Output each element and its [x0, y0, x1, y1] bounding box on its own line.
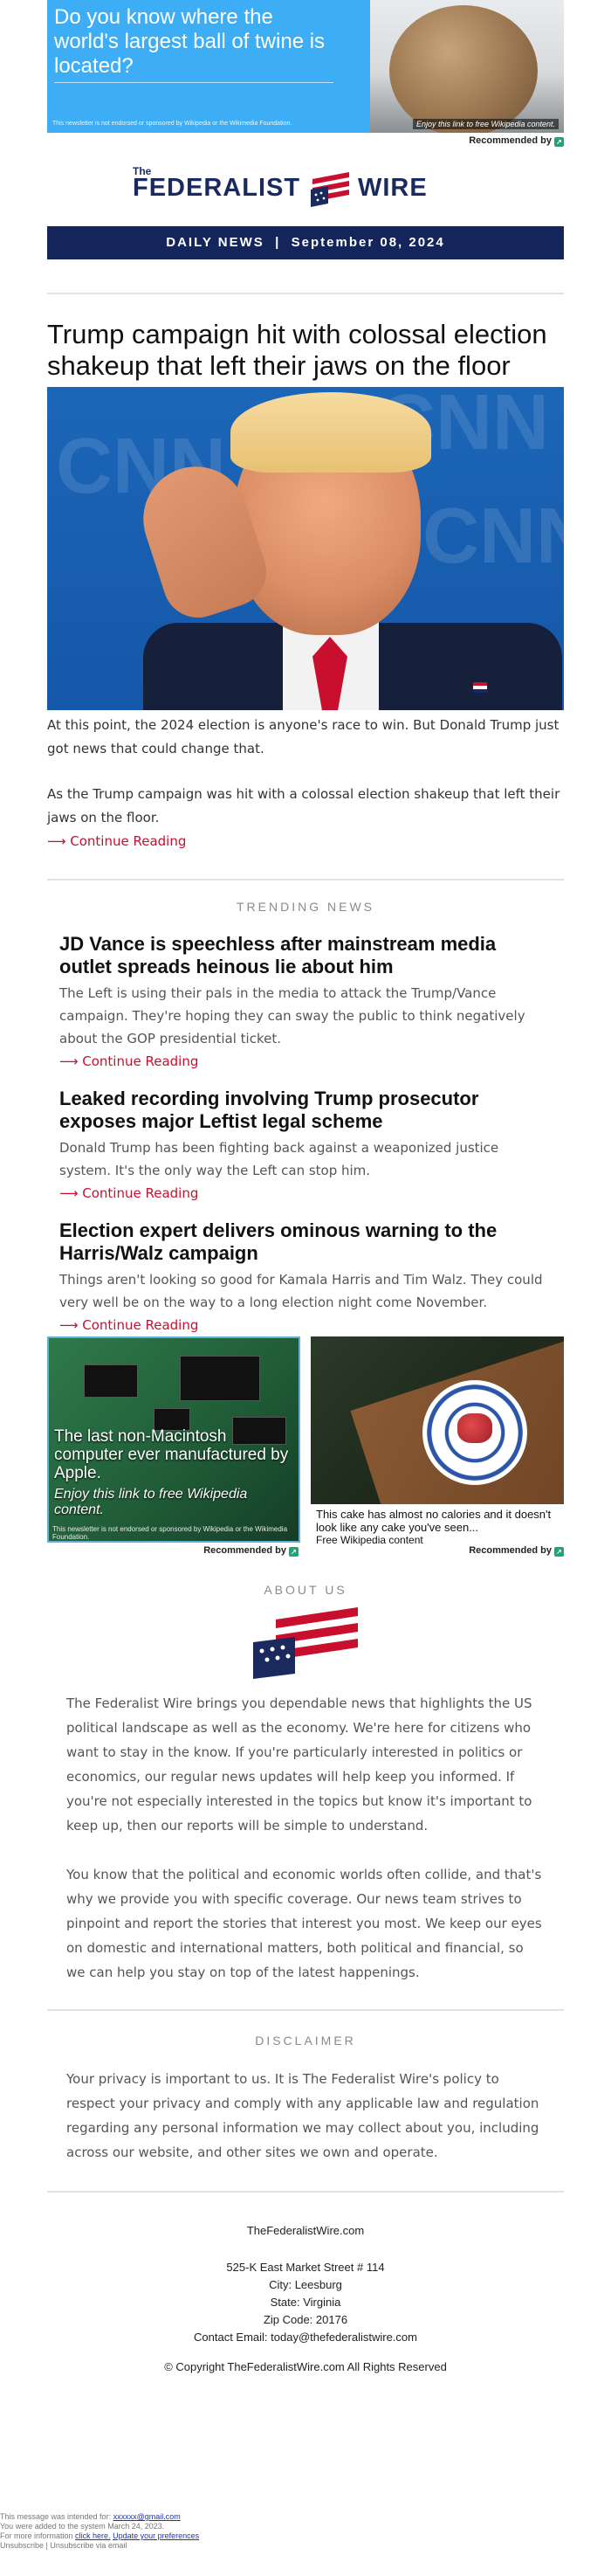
unsubscribe-line[interactable]: Unsubscribe | Unsubscribe via email — [0, 2541, 288, 2551]
footer-state: State: Virginia — [270, 2296, 341, 2309]
main-continue-reading-link[interactable]: ⟶ Continue Reading — [47, 830, 564, 853]
trending-title[interactable]: Election expert delivers ominous warning… — [59, 1219, 552, 1265]
native-ad-left[interactable]: The last non-Macintosh computer ever man… — [47, 1336, 300, 1557]
bg-logo-mark: CNN — [422, 493, 564, 580]
intended-prefix: This message was intended for: — [0, 2512, 112, 2521]
top-ad[interactable]: Do you know where the world's largest ba… — [47, 0, 564, 133]
disclaimer-heading: DISCLAIMER — [255, 2034, 356, 2048]
daily-news-label: DAILY NEWS — [166, 235, 264, 250]
ad-headline[interactable]: Do you know where the world's largest ba… — [54, 5, 342, 79]
ad-disclaimer: This newsletter is not endorsed or spons… — [52, 121, 292, 127]
flag-icon — [253, 1607, 358, 1679]
main-story-paragraph: As the Trump campaign was hit with a col… — [47, 786, 560, 825]
recommended-by-right[interactable]: Recommended by ↗ — [469, 1543, 564, 1559]
recommender-logo-icon: ↗ — [554, 1547, 564, 1557]
recommended-label: Recommended by — [203, 1545, 286, 1556]
twine-ball-image — [389, 5, 538, 133]
divider — [47, 293, 564, 294]
divider — [47, 2191, 564, 2193]
about-paragraph: You know that the political and economic… — [66, 1867, 542, 1980]
disclaimer-section: Your privacy is important to us. It is T… — [47, 2067, 564, 2165]
recommended-label: Recommended by — [469, 1545, 552, 1556]
divider — [47, 879, 564, 881]
native-ad-disclaimer: This newsletter is not endorsed or spons… — [52, 1525, 288, 1541]
main-story-image[interactable]: CNN CNN CNN — [47, 387, 564, 710]
trending-item: JD Vance is speechless after mainstream … — [59, 933, 552, 1073]
disclaimer-text: Your privacy is important to us. It is T… — [66, 2071, 539, 2160]
continue-reading-link[interactable]: ⟶ Continue Reading — [59, 1182, 552, 1205]
footer-copyright: © Copyright TheFederalistWire.com All Ri… — [164, 2360, 447, 2373]
native-ads: The last non-Macintosh computer ever man… — [47, 1336, 564, 1565]
recommender-logo-icon: ↗ — [289, 1547, 299, 1557]
trending-list: JD Vance is speechless after mainstream … — [47, 933, 564, 1336]
cake-image[interactable] — [311, 1336, 564, 1504]
about-heading: ABOUT US — [264, 1583, 347, 1597]
recommender-logo-icon: ↗ — [554, 137, 564, 147]
date-band: DAILY NEWS | September 08, 2024 — [47, 226, 564, 259]
flag-icon — [311, 172, 349, 207]
intended-line: This message was intended for: xxxxxx@gm… — [0, 2512, 288, 2522]
brand-logo[interactable]: The FEDERALIST WIRE — [47, 162, 564, 219]
image-hair — [230, 392, 431, 473]
main-story-title[interactable]: Trump campaign hit with colossal electio… — [47, 319, 564, 382]
trending-summary: Things aren't looking so good for Kamala… — [59, 1272, 543, 1310]
trending-title[interactable]: Leaked recording involving Trump prosecu… — [59, 1088, 552, 1133]
footer-street: 525-K East Market Street # 114 — [226, 2261, 385, 2274]
trending-heading: TRENDING NEWS — [237, 900, 374, 914]
flag-pin — [473, 682, 487, 693]
native-ad-right[interactable]: This cake has almost no calories and it … — [311, 1336, 564, 1557]
trending-summary: Donald Trump has been fighting back agai… — [59, 1140, 499, 1178]
native-ad-headline[interactable]: This cake has almost no calories and it … — [316, 1508, 560, 1534]
info-prefix: For more information — [0, 2531, 73, 2540]
about-section: The Federalist Wire brings you dependabl… — [47, 1691, 564, 1985]
date-separator: | — [275, 235, 281, 250]
continue-reading-link[interactable]: ⟶ Continue Reading — [59, 1050, 552, 1073]
ad-divider — [54, 82, 333, 83]
logo-name-right: WIRE — [358, 174, 428, 202]
recommended-by-left[interactable]: Recommended by ↗ — [203, 1543, 299, 1559]
update-preferences-link[interactable]: Update your preferences — [113, 2531, 199, 2540]
trending-summary: The Left is using their pals in the medi… — [59, 985, 525, 1046]
recommended-label: Recommended by — [469, 135, 552, 146]
main-story-paragraph: At this point, the 2024 election is anyo… — [47, 717, 560, 756]
footer-city: City: Leesburg — [269, 2278, 342, 2291]
chip-shape — [180, 1356, 260, 1401]
recommended-by-top[interactable]: Recommended by ↗ — [47, 133, 564, 149]
native-ad-source: Free Wikipedia content — [316, 1534, 423, 1546]
trending-item: Election expert delivers ominous warning… — [59, 1219, 552, 1336]
continue-reading-link[interactable]: ⟶ Continue Reading — [59, 1314, 552, 1336]
native-ad-subline[interactable]: Enjoy this link to free Wikipedia conten… — [54, 1487, 299, 1518]
footer-site[interactable]: TheFederalistWire.com — [47, 2222, 564, 2240]
food-shape — [457, 1413, 492, 1443]
divider — [47, 2009, 564, 2011]
chip-shape — [84, 1364, 138, 1398]
click-here-link[interactable]: click here. — [75, 2531, 111, 2540]
info-line: For more information click here. Update … — [0, 2531, 288, 2541]
email-meta: This message was intended for: xxxxxx@gm… — [0, 2512, 288, 2551]
native-ad-headline[interactable]: The last non-Macintosh computer ever man… — [54, 1427, 299, 1482]
footer-zip: Zip Code: 20176 — [263, 2313, 348, 2326]
logo-name-left: FEDERALIST — [133, 174, 301, 202]
about-paragraph: The Federalist Wire brings you dependabl… — [66, 1695, 532, 1834]
trending-item: Leaked recording involving Trump prosecu… — [59, 1088, 552, 1205]
recipient-email-link[interactable]: xxxxxx@gmail.com — [113, 2512, 181, 2521]
footer: TheFederalistWire.com 525-K East Market … — [47, 2222, 564, 2376]
issue-date: September 08, 2024 — [291, 235, 445, 250]
added-line: You were added to the system March 24, 2… — [0, 2522, 165, 2531]
footer-email[interactable]: Contact Email: today@thefederalistwire.c… — [47, 2329, 564, 2346]
trending-title[interactable]: JD Vance is speechless after mainstream … — [59, 933, 552, 978]
ad-photo-caption[interactable]: Enjoy this link to free Wikipedia conten… — [413, 119, 559, 129]
